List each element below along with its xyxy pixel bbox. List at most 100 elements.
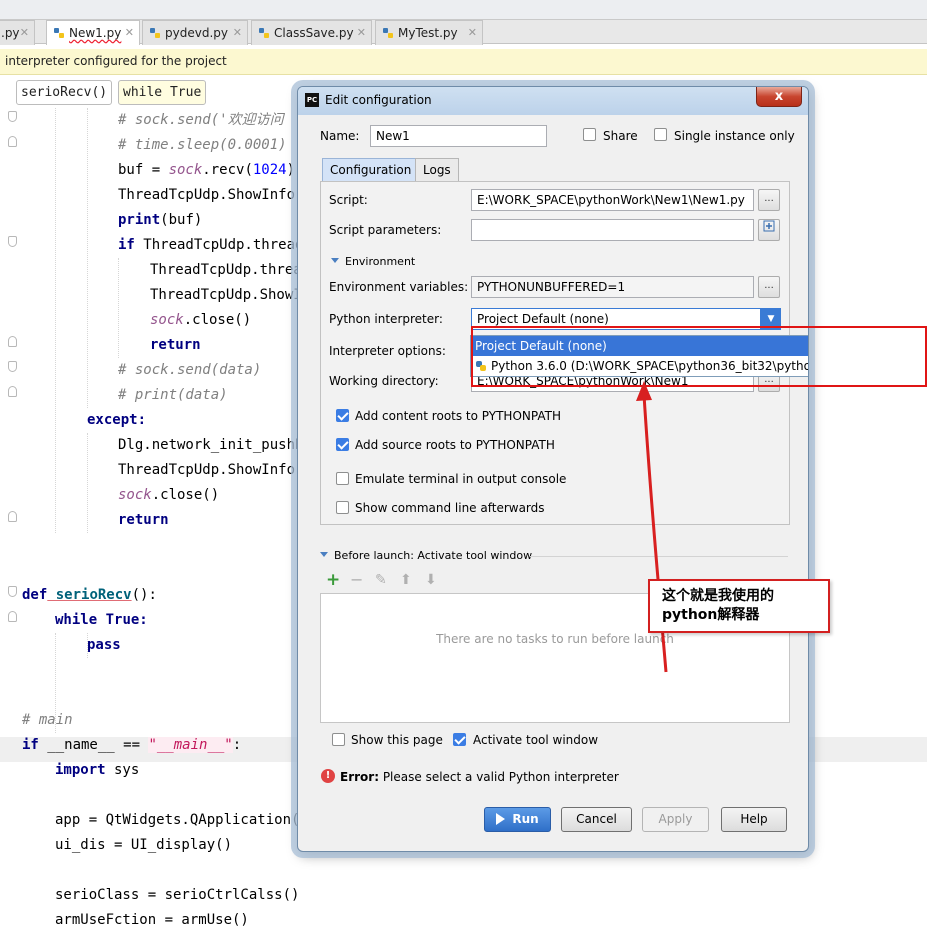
close-icon[interactable]: ✕ <box>125 21 134 45</box>
close-icon[interactable]: ✕ <box>233 21 242 45</box>
show-command-line-label: Show command line afterwards <box>355 501 545 515</box>
fold-marker[interactable] <box>8 611 17 622</box>
move-up-icon[interactable]: ⬆ <box>400 573 412 587</box>
code-token: if <box>22 737 39 753</box>
code-token: 1024 <box>252 162 287 178</box>
add-source-roots-checkbox[interactable] <box>336 438 349 451</box>
callout-line: python解释器 <box>662 607 760 623</box>
code-token: sock <box>118 487 152 503</box>
tab-configuration[interactable]: Configuration <box>322 158 420 182</box>
show-this-page-label: Show this page <box>351 733 443 747</box>
show-command-line-checkbox[interactable] <box>336 501 349 514</box>
code-line: # sock.send(data) <box>118 362 262 378</box>
close-icon[interactable]: ✕ <box>468 21 477 45</box>
script-field[interactable]: E:\WORK_SPACE\pythonWork\New1\New1.py <box>471 189 754 211</box>
interpreter-options-label: Interpreter options: <box>329 344 446 358</box>
python-file-icon <box>150 28 160 38</box>
editor-tab[interactable]: ClassSave.py ✕ <box>251 20 372 45</box>
breadcrumb-item[interactable]: serioRecv() <box>16 80 113 105</box>
code-line: armUseFction = armUse() <box>55 912 249 927</box>
environment-variables-field[interactable]: PYTHONUNBUFFERED=1 <box>471 276 754 298</box>
emulate-terminal-checkbox[interactable] <box>336 472 349 485</box>
single-instance-checkbox[interactable] <box>654 128 667 141</box>
fold-marker[interactable] <box>8 386 17 397</box>
move-down-icon[interactable]: ⬇ <box>425 573 437 587</box>
expand-field-icon <box>763 220 775 232</box>
fold-marker[interactable] <box>8 111 17 122</box>
apply-button[interactable]: Apply <box>642 807 709 832</box>
add-icon[interactable]: + <box>326 572 340 589</box>
browse-icon[interactable]: ... <box>758 276 780 298</box>
fold-marker[interactable] <box>8 136 17 147</box>
show-this-page-checkbox[interactable] <box>332 733 345 746</box>
script-parameters-label: Script parameters: <box>329 223 442 237</box>
fold-marker[interactable] <box>8 236 17 247</box>
code-line: return <box>118 512 169 528</box>
fold-marker[interactable] <box>8 511 17 522</box>
close-icon[interactable]: ✕ <box>357 21 366 45</box>
code-line: ThreadTcpUdp.ShowInfo( <box>118 462 304 478</box>
environment-variables-label: Environment variables: <box>329 280 469 294</box>
code-line: sock.close() <box>118 483 219 508</box>
code-line: pass <box>87 637 121 653</box>
tab-label: .py <box>1 26 20 40</box>
editor-tab[interactable]: pydevd.py ✕ <box>142 20 248 45</box>
help-button[interactable]: Help <box>721 807 787 832</box>
fold-marker[interactable] <box>8 336 17 347</box>
script-parameters-field[interactable] <box>471 219 754 241</box>
environment-section[interactable]: Environment <box>331 255 415 268</box>
code-line: while True: <box>55 608 148 633</box>
interpreter-notice-bar: interpreter configured for the project <box>0 49 927 75</box>
activate-tool-window-label: Activate tool window <box>473 733 599 747</box>
add-content-roots-checkbox[interactable] <box>336 409 349 422</box>
code-line: app = QtWidgets.QApplication(s <box>55 812 308 828</box>
close-button[interactable]: x <box>756 87 802 107</box>
indent-guide <box>55 108 56 533</box>
code-token: .close() <box>151 487 220 503</box>
dialog-titlebar[interactable]: PC Edit configuration x <box>298 87 808 115</box>
code-token: __name__ == <box>38 737 149 753</box>
emulate-terminal-label: Emulate terminal in output console <box>355 472 567 486</box>
pycharm-icon: PC <box>305 93 319 107</box>
fold-marker[interactable] <box>8 586 17 597</box>
code-token: serioRecv <box>47 587 132 603</box>
working-directory-label: Working directory: <box>329 374 439 388</box>
code-token: sock <box>168 162 203 178</box>
name-field[interactable]: New1 <box>370 125 547 147</box>
code-line: # sock.send('欢迎访问 <box>118 112 284 128</box>
browse-icon[interactable]: ... <box>758 189 780 211</box>
code-line: ui_dis = UI_display() <box>55 837 233 853</box>
run-button[interactable]: Run <box>484 807 551 832</box>
cancel-button[interactable]: Cancel <box>561 807 632 832</box>
annotation-highlight-box <box>471 326 927 387</box>
fold-marker[interactable] <box>8 361 17 372</box>
single-instance-label: Single instance only <box>674 129 795 143</box>
activate-tool-window-checkbox[interactable] <box>453 733 466 746</box>
python-file-icon <box>54 28 64 38</box>
breadcrumb-item[interactable]: while True <box>118 80 207 105</box>
chevron-down-icon <box>320 552 328 557</box>
tab-logs[interactable]: Logs <box>415 158 459 182</box>
title-strip <box>0 0 927 20</box>
close-icon[interactable]: ✕ <box>20 21 29 45</box>
code-token: True: <box>97 612 148 628</box>
button-label: Run <box>512 812 539 826</box>
share-checkbox[interactable] <box>583 128 596 141</box>
notice-text: interpreter configured for the project <box>5 54 227 68</box>
code-token: ThreadTcpUdp.thread <box>134 237 304 253</box>
edit-icon[interactable]: ✎ <box>375 573 387 587</box>
code-line: # time.sleep(0.0001) <box>118 137 287 153</box>
code-line: import sys <box>55 758 139 783</box>
code-token: while <box>55 612 98 628</box>
code-token: sys <box>105 762 140 778</box>
expand-icon[interactable] <box>758 219 780 241</box>
editor-tab-active[interactable]: New1.py ✕ <box>46 20 140 45</box>
editor-tab[interactable]: .py ✕ <box>0 20 35 45</box>
editor-tab[interactable]: MyTest.py ✕ <box>375 20 483 45</box>
code-line: # main <box>22 712 73 728</box>
add-content-roots-label: Add content roots to PYTHONPATH <box>355 409 561 423</box>
code-line: serioClass = serioCtrlCalss() <box>55 887 300 903</box>
remove-icon[interactable]: − <box>350 572 363 588</box>
code-line: print(buf) <box>118 208 202 233</box>
before-launch-section[interactable]: Before launch: Activate tool window <box>320 549 532 562</box>
